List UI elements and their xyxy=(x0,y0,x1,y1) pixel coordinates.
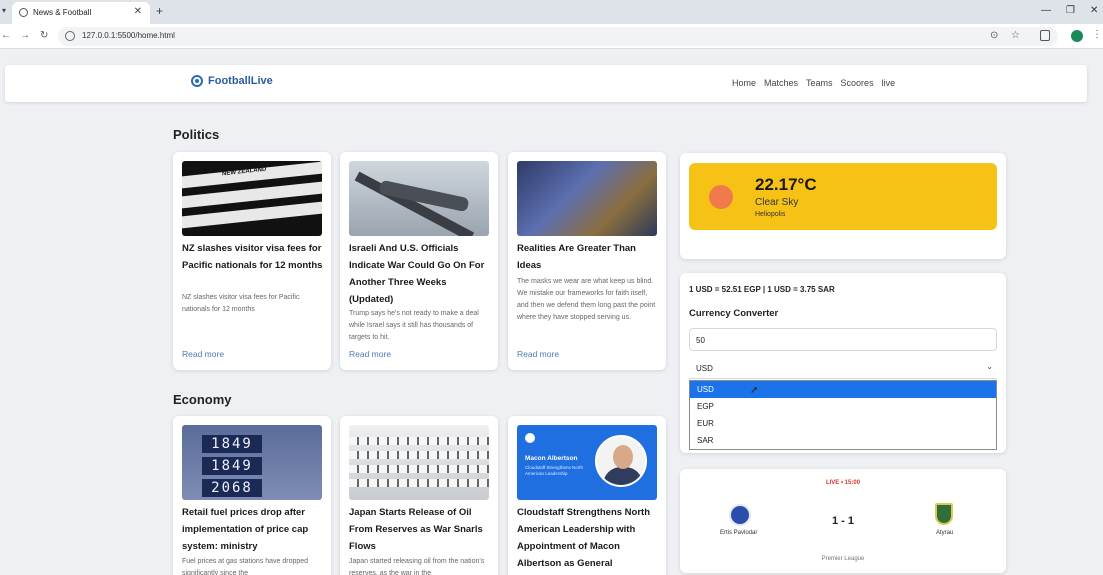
weather-desc: Clear Sky xyxy=(755,197,799,208)
home-team-name: Ertis Pavlodar xyxy=(720,530,758,536)
currency-option[interactable]: EGP xyxy=(690,398,996,415)
amount-input[interactable]: 50 xyxy=(689,328,997,351)
live-status: LIVE • 15:00 xyxy=(825,480,861,486)
currency-title: Currency Converter xyxy=(689,308,779,319)
cf-subtitle: Cloudstaff Strengthens North American Le… xyxy=(525,465,583,476)
football-icon xyxy=(191,75,203,87)
url-text: 127.0.0.1:5500/home.html xyxy=(82,31,175,40)
news-image xyxy=(517,161,657,236)
brand-logo[interactable]: FootballLive xyxy=(191,75,273,87)
league-name: Premier League xyxy=(821,556,865,562)
person-photo xyxy=(595,435,647,487)
mouse-cursor-icon: ➚ xyxy=(750,385,759,396)
cf-person-name: Macon Albertson xyxy=(525,455,578,462)
site-info-icon[interactable] xyxy=(65,31,75,41)
weather-city: Heliopolis xyxy=(755,211,786,218)
reload-icon[interactable]: ↻ xyxy=(40,30,48,41)
fuel-price-display: 2068 xyxy=(202,479,262,497)
news-desc: Trump says he's not ready to make a deal… xyxy=(349,310,479,341)
news-card[interactable]: Macon Albertson Cloudstaff Strengthens N… xyxy=(508,416,666,575)
currency-select[interactable]: USD ⌄ xyxy=(689,359,997,379)
news-image xyxy=(349,425,489,500)
nav-teams[interactable]: Teams xyxy=(806,78,833,88)
news-card[interactable]: Israeli And U.S. Officials Indicate War … xyxy=(340,152,498,370)
nav-live[interactable]: live xyxy=(882,78,896,88)
nav-home[interactable]: Home xyxy=(732,78,756,88)
news-image: Macon Albertson Cloudstaff Strengthens N… xyxy=(517,425,657,500)
news-image: 1849 1849 2068 xyxy=(182,425,322,500)
globe-icon xyxy=(19,8,28,17)
currency-widget: 1 USD = 52.51 EGP | 1 USD = 3.75 SAR Cur… xyxy=(680,273,1006,453)
read-more-link[interactable]: Read more xyxy=(349,349,391,359)
news-title[interactable]: NZ slashes visitor visa fees for Pacific… xyxy=(182,240,324,274)
away-team-name: Atyrau xyxy=(936,530,954,536)
profile-avatar[interactable] xyxy=(1071,30,1083,42)
browser-tab[interactable]: News & Football ✕ xyxy=(12,2,150,24)
nav-matches[interactable]: Matches xyxy=(764,78,798,88)
news-desc: The masks we wear are what keep us blind… xyxy=(517,278,656,321)
currency-option[interactable]: EUR xyxy=(690,415,996,432)
weather-widget: 22.17°C Clear Sky Heliopolis xyxy=(680,153,1006,259)
currency-option[interactable]: USD xyxy=(690,381,996,398)
match-score: 1 - 1 xyxy=(831,515,854,527)
extensions-icon[interactable] xyxy=(1040,30,1050,41)
section-title-economy: Economy xyxy=(173,392,232,407)
chevron-down-icon: ⌄ xyxy=(986,362,993,371)
tab-search-icon[interactable]: ▾ xyxy=(2,6,6,15)
nav-links: Home Matches Teams Scoores live xyxy=(732,78,895,88)
currency-selected: USD xyxy=(696,364,713,373)
nav-scores[interactable]: Scoores xyxy=(841,78,874,88)
sun-icon xyxy=(709,185,733,209)
news-desc: Japan started releasing oil from the nat… xyxy=(349,558,485,575)
news-desc: Fuel prices at gas stations have dropped… xyxy=(182,558,309,575)
news-title[interactable]: Realities Are Greater Than Ideas xyxy=(517,240,659,274)
bookmark-star-icon[interactable]: ☆ xyxy=(1011,30,1020,41)
back-icon[interactable]: ← xyxy=(1,30,11,41)
news-desc: NZ slashes visitor visa fees for Pacific… xyxy=(182,294,300,313)
news-title[interactable]: Retail fuel prices drop after implementa… xyxy=(182,504,324,555)
news-card[interactable]: Realities Are Greater Than Ideas The mas… xyxy=(508,152,666,370)
news-card[interactable]: Japan Starts Release of Oil From Reserve… xyxy=(340,416,498,575)
close-tab-icon[interactable]: ✕ xyxy=(134,6,142,17)
news-title[interactable]: Cloudstaff Strengthens North American Le… xyxy=(517,504,659,572)
live-match-widget[interactable]: LIVE • 15:00 Ertis Pavlodar Atyrau 1 - 1… xyxy=(680,469,1006,573)
address-bar: ← → ↻ 127.0.0.1:5500/home.html ⊙ ☆ xyxy=(0,24,1103,49)
section-title-politics: Politics xyxy=(173,127,220,142)
new-tab-icon[interactable]: + xyxy=(156,4,163,18)
news-title[interactable]: Japan Starts Release of Oil From Reserve… xyxy=(349,504,491,555)
location-icon[interactable]: ⊙ xyxy=(990,30,998,41)
read-more-link[interactable]: Read more xyxy=(182,349,224,359)
exchange-rates: 1 USD = 52.51 EGP | 1 USD = 3.75 SAR xyxy=(689,285,835,294)
weather-panel: 22.17°C Clear Sky Heliopolis xyxy=(689,163,997,230)
news-card[interactable]: 1849 1849 2068 Retail fuel prices drop a… xyxy=(173,416,331,575)
news-card[interactable]: NEW ZEALAND NZ slashes visitor visa fees… xyxy=(173,152,331,370)
tab-title: News & Football xyxy=(33,8,92,17)
brand-name: FootballLive xyxy=(208,75,273,87)
browser-tabbar: ▾ News & Football ✕ + — ❐ ✕ xyxy=(0,0,1103,24)
read-more-link[interactable]: Read more xyxy=(517,349,559,359)
news-image xyxy=(349,161,489,236)
currency-dropdown: USD EGP EUR SAR xyxy=(689,380,997,450)
news-title[interactable]: Israeli And U.S. Officials Indicate War … xyxy=(349,240,491,308)
forward-icon[interactable]: → xyxy=(20,30,30,41)
fuel-price-display: 1849 xyxy=(202,435,262,453)
cloudstaff-logo-icon xyxy=(525,433,535,443)
site-navbar: FootballLive Home Matches Teams Scoores … xyxy=(5,65,1087,102)
close-window-icon[interactable]: ✕ xyxy=(1090,5,1098,16)
weather-temp: 22.17°C xyxy=(755,175,817,194)
news-image: NEW ZEALAND xyxy=(182,161,322,236)
minimize-icon[interactable]: — xyxy=(1041,5,1051,16)
fuel-price-display: 1849 xyxy=(202,457,262,475)
restore-icon[interactable]: ❐ xyxy=(1066,5,1075,16)
menu-dots-icon[interactable]: ⋮ xyxy=(1092,29,1102,40)
currency-option[interactable]: SAR xyxy=(690,432,996,449)
url-field[interactable]: 127.0.0.1:5500/home.html ⊙ ☆ xyxy=(58,27,1058,46)
